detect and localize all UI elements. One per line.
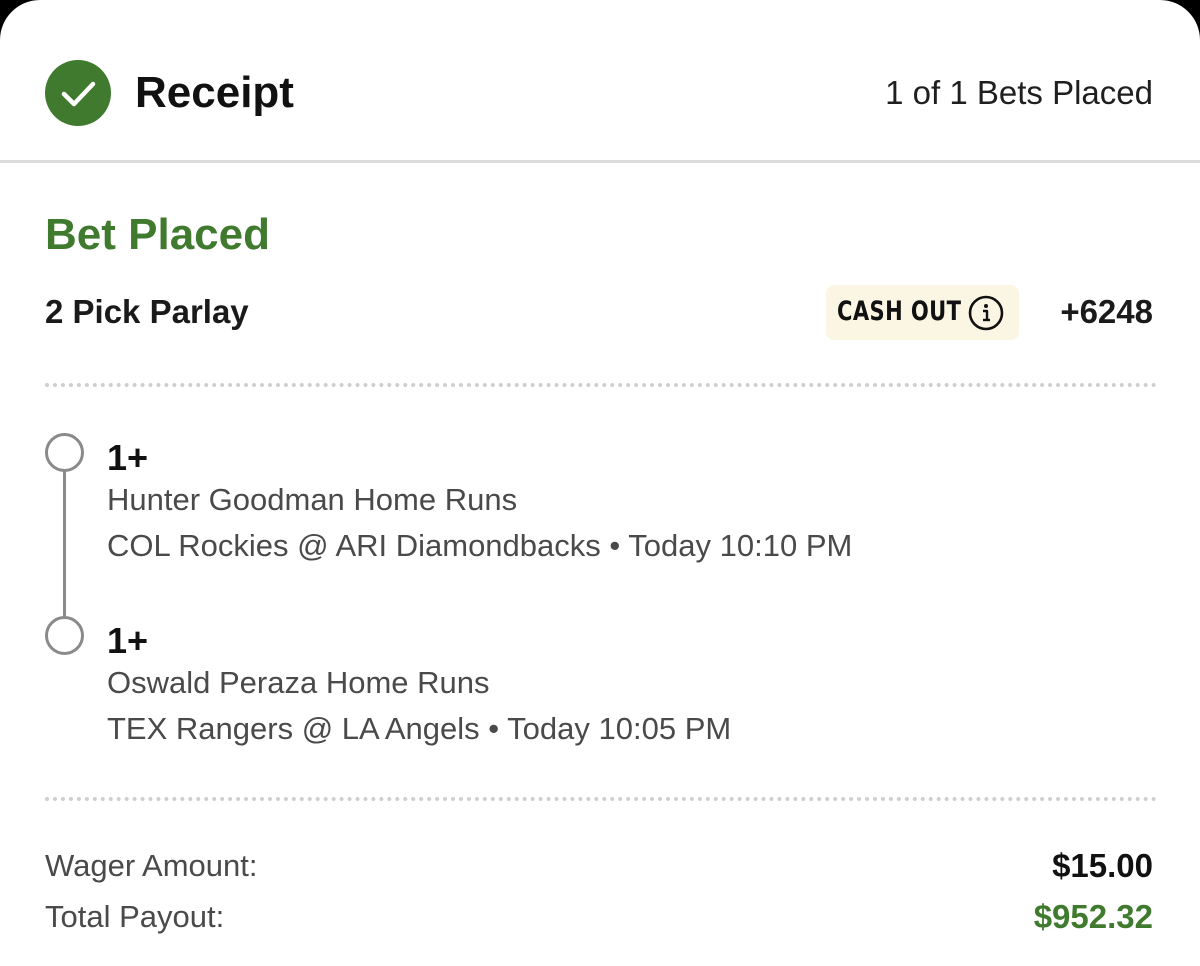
receipt-title: Receipt (135, 68, 294, 117)
leg-value: 1+ (107, 620, 149, 661)
wager-amount-label: Wager Amount: (45, 848, 258, 883)
cash-out-button[interactable]: CASH OUT (826, 285, 1019, 340)
leg-value: 1+ (107, 437, 149, 478)
cash-out-label: CASH OUT (837, 296, 962, 327)
total-payout-value: $952.32 (1033, 898, 1153, 935)
divider (45, 797, 1157, 801)
leg-market: Oswald Peraza Home Runs (107, 665, 490, 700)
total-payout-label: Total Payout: (45, 899, 225, 934)
divider (45, 383, 1157, 387)
open-circle-icon (45, 616, 84, 655)
leg-event: TEX Rangers @ LA Angels • Today 10:05 PM (107, 711, 732, 746)
wager-amount-value: $15.00 (1052, 847, 1153, 884)
bet-type: 2 Pick Parlay (45, 293, 249, 330)
bet-status: Bet Placed (45, 210, 270, 259)
leg-connector-line (63, 470, 66, 618)
leg-market: Hunter Goodman Home Runs (107, 482, 518, 517)
open-circle-icon (45, 433, 84, 472)
leg-event: COL Rockies @ ARI Diamondbacks • Today 1… (107, 528, 853, 563)
parlay-odds: +6248 (1060, 293, 1153, 330)
receipt-header: Receipt 1 of 1 Bets Placed (0, 0, 1200, 163)
receipt-sheet: Receipt 1 of 1 Bets Placed Bet Placed 2 … (0, 0, 1200, 966)
info-icon[interactable] (967, 294, 1005, 337)
check-circle-icon (45, 60, 111, 126)
bets-placed-count: 1 of 1 Bets Placed (885, 74, 1153, 111)
